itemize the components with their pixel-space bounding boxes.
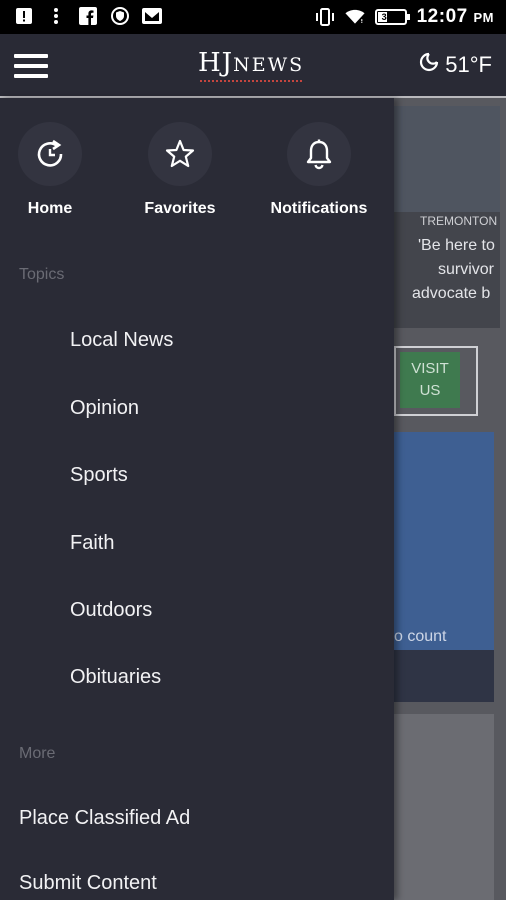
clock: 12:07 PM: [417, 6, 494, 28]
brand-logo[interactable]: HJNEWS: [198, 48, 305, 82]
navigation-drawer: Home Favorites Notifications Topics Loca…: [0, 98, 394, 900]
home-label: Home: [27, 200, 73, 217]
topic-opinion[interactable]: Opinion: [70, 397, 139, 420]
feature-card[interactable]: o count: [394, 432, 494, 702]
visit-us-button[interactable]: VISIT US: [400, 352, 460, 408]
article-location: TREMONTON: [420, 214, 498, 228]
home-button[interactable]: Home: [0, 122, 110, 218]
notifications-icon-circle: [287, 122, 351, 186]
topic-local-news[interactable]: Local News: [70, 329, 173, 352]
brand-main: HJ: [198, 48, 234, 78]
visit-label-1: VISIT: [411, 360, 449, 377]
article-headline-3: advocate b: [412, 285, 491, 302]
facebook-icon: [78, 6, 98, 26]
system-indicators: 34% 12:07 PM: [315, 0, 494, 34]
mail-icon: [142, 6, 162, 26]
battery-icon: 34%: [374, 9, 410, 25]
topic-faith[interactable]: Faith: [70, 532, 114, 555]
bell-icon: [306, 139, 332, 170]
vibrate-icon: [315, 7, 335, 27]
clock-time: 12:07: [416, 6, 468, 27]
night-weather-icon: [419, 52, 439, 78]
background-article-text: TREMONTON 'Be here to survivor advocate …: [394, 98, 506, 338]
menu-icon[interactable]: [14, 54, 48, 78]
home-refresh-icon: [37, 139, 63, 167]
app-bar: HJNEWS 51°F: [0, 34, 506, 98]
weather-widget[interactable]: 51°F: [419, 52, 492, 78]
topics-header: Topics: [19, 266, 65, 283]
favorites-button[interactable]: Favorites: [120, 122, 240, 218]
temperature: 51°F: [445, 52, 492, 77]
article-headline-2: survivor: [438, 261, 495, 278]
shield-icon: [110, 6, 130, 26]
topic-sports[interactable]: Sports: [70, 464, 128, 487]
ad-banner[interactable]: VISIT US: [394, 346, 478, 416]
alert-icon: [14, 6, 34, 26]
star-icon: [165, 139, 195, 168]
status-bar: 34% 12:07 PM: [0, 0, 506, 34]
place-classified-ad-link[interactable]: Place Classified Ad: [19, 807, 190, 830]
brand-sub: NEWS: [233, 54, 305, 76]
notification-icons: [14, 6, 162, 26]
home-icon-circle: [18, 122, 82, 186]
more-vert-icon: [46, 6, 66, 26]
more-header: More: [19, 745, 56, 762]
topic-outdoors[interactable]: Outdoors: [70, 599, 152, 622]
next-card[interactable]: [394, 714, 494, 900]
notifications-button[interactable]: Notifications: [256, 122, 382, 218]
article-headline-1: 'Be here to: [418, 237, 495, 254]
wifi-icon: [345, 7, 365, 27]
topic-obituaries[interactable]: Obituaries: [70, 666, 161, 689]
favorites-icon-circle: [148, 122, 212, 186]
battery-level: 34%: [381, 12, 400, 22]
notifications-label: Notifications: [270, 200, 368, 217]
favorites-label: Favorites: [144, 200, 216, 217]
submit-content-link[interactable]: Submit Content: [19, 872, 157, 895]
feature-caption: o count: [394, 628, 447, 645]
visit-label-2: US: [419, 382, 441, 399]
clock-ampm: PM: [473, 10, 494, 25]
